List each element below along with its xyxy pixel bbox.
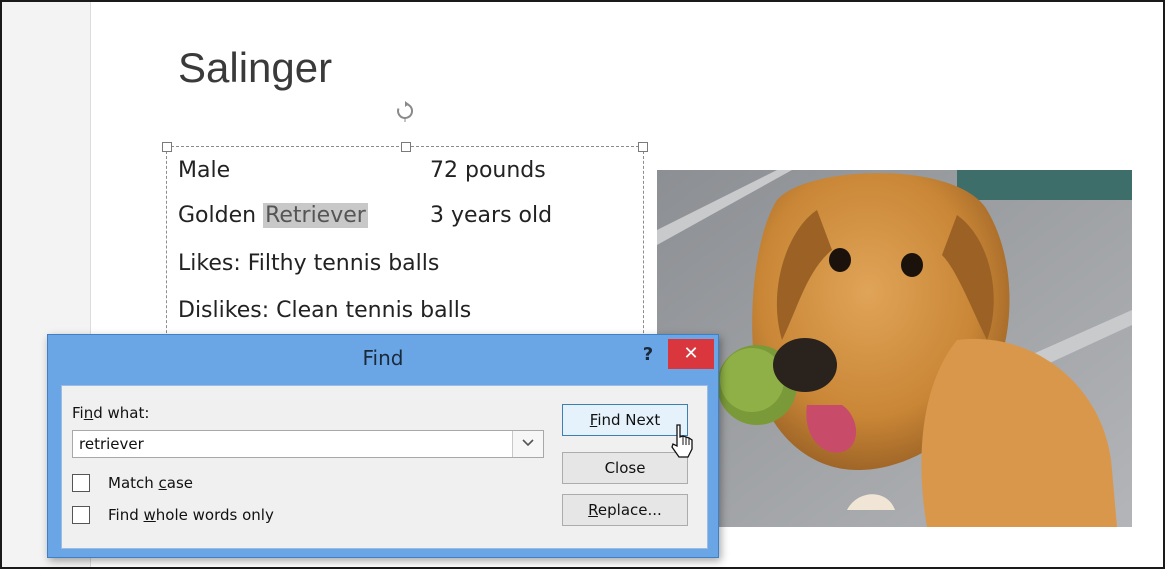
rotate-icon[interactable] [394,100,416,122]
text-sex: Male [178,158,231,183]
find-what-label: Find what: [72,404,150,422]
text-line-1: Male 72 pounds [178,158,546,183]
mouse-pointer-icon [671,424,693,458]
dialog-body: Find what: retriever Match case Find who… [61,385,708,549]
resize-handle[interactable] [162,142,172,152]
help-button[interactable]: ? [636,343,660,367]
text-line-4: Dislikes: Clean tennis balls [178,298,472,323]
find-dialog[interactable]: Find ? ✕ Find what: retriever Match case… [47,334,719,558]
resize-handle[interactable] [401,142,411,152]
close-icon[interactable]: ✕ [668,339,714,369]
dialog-title[interactable]: Find [48,335,718,381]
whole-words-checkbox[interactable] [72,506,90,524]
text-breed-pre: Golden [178,203,264,228]
resize-handle[interactable] [638,142,648,152]
text-line-2: Golden Retriever 3 years old [178,203,552,228]
text-age: 3 years old [430,203,553,228]
replace-button[interactable]: Replace... [562,494,688,526]
slide-title[interactable]: Salinger [178,44,332,92]
find-what-combobox[interactable]: retriever [72,430,544,458]
find-what-input[interactable]: retriever [79,435,144,453]
text-line-3: Likes: Filthy tennis balls [178,251,440,276]
match-case-label[interactable]: Match case [108,474,193,492]
whole-words-label[interactable]: Find whole words only [108,506,274,524]
match-case-checkbox[interactable] [72,474,90,492]
chevron-down-icon[interactable] [512,431,543,457]
dog-photo[interactable] [657,170,1132,527]
search-match-highlight: Retriever [263,203,368,228]
text-weight: 72 pounds [430,158,546,183]
